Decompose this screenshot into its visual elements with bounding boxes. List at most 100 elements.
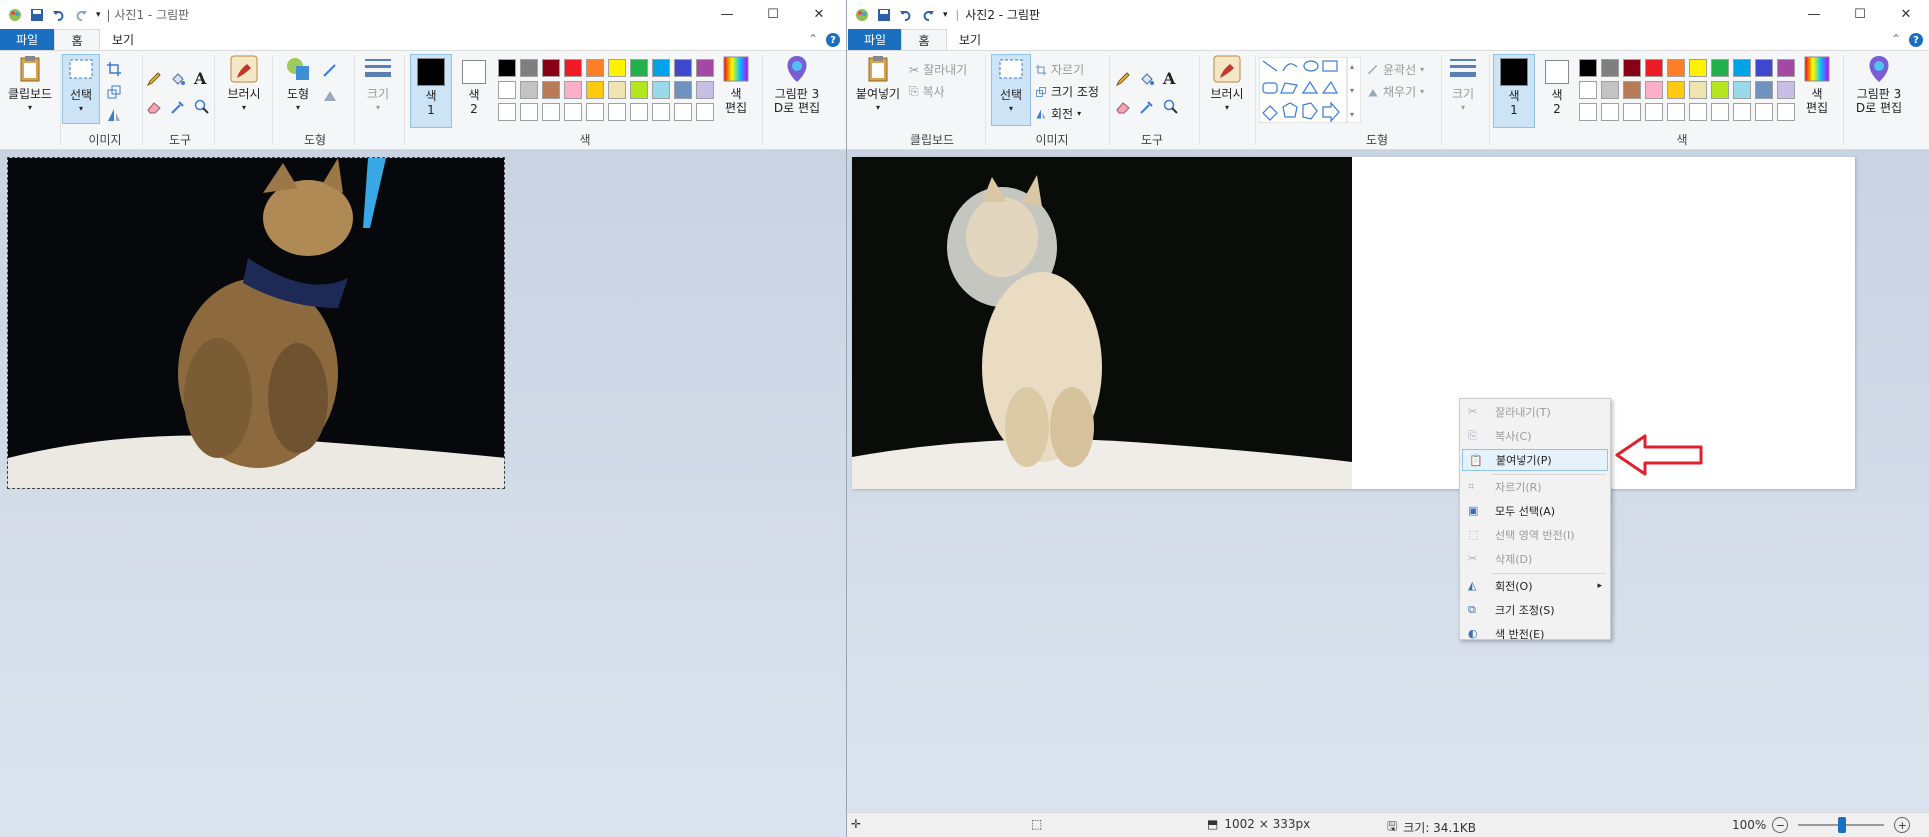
- tab-file[interactable]: 파일: [0, 29, 54, 50]
- resize-button[interactable]: 크기 조정: [1035, 83, 1099, 100]
- palette-swatch[interactable]: [1777, 103, 1795, 121]
- eraser-icon[interactable]: [1115, 99, 1131, 115]
- palette-swatch[interactable]: [1689, 103, 1707, 121]
- tab-home[interactable]: 홈: [901, 29, 947, 50]
- palette-swatch[interactable]: [608, 81, 626, 99]
- outline-icon[interactable]: [322, 63, 338, 79]
- close-button[interactable]: ✕: [796, 0, 842, 29]
- palette-swatch[interactable]: [520, 103, 538, 121]
- undo-icon[interactable]: [899, 8, 913, 22]
- palette-swatch[interactable]: [1777, 81, 1795, 99]
- resize-icon[interactable]: [106, 84, 122, 100]
- palette-swatch[interactable]: [586, 81, 604, 99]
- palette-swatch[interactable]: [652, 59, 670, 77]
- color2-button[interactable]: 색 2: [1539, 54, 1575, 116]
- help-icon[interactable]: ?: [826, 33, 840, 47]
- text-icon[interactable]: A: [1163, 69, 1179, 88]
- palette-swatch[interactable]: [1601, 59, 1619, 77]
- palette-swatch[interactable]: [630, 81, 648, 99]
- palette-swatch[interactable]: [1711, 81, 1729, 99]
- palette-swatch[interactable]: [1645, 103, 1663, 121]
- context-menu-item[interactable]: ✂ 잘라내기(T): [1462, 401, 1608, 423]
- tab-view[interactable]: 보기: [947, 29, 993, 50]
- context-menu-item[interactable]: ⌗ 자르기(R): [1462, 476, 1608, 498]
- save-icon[interactable]: [877, 8, 891, 22]
- color-picker-icon[interactable]: [1139, 99, 1155, 115]
- maximize-button[interactable]: ☐: [1837, 0, 1883, 29]
- palette-swatch[interactable]: [520, 81, 538, 99]
- palette-swatch[interactable]: [1755, 81, 1773, 99]
- save-icon[interactable]: [30, 8, 44, 22]
- palette-swatch[interactable]: [652, 81, 670, 99]
- close-button[interactable]: ✕: [1883, 0, 1929, 29]
- zoom-in-button[interactable]: +: [1894, 817, 1911, 833]
- shapes-gallery[interactable]: ▴ ▾ ▾: [1259, 57, 1361, 123]
- text-icon[interactable]: A: [194, 69, 210, 88]
- edit-colors-button[interactable]: 색 편집: [1799, 54, 1835, 115]
- redo-icon[interactable]: [74, 8, 88, 22]
- tab-home[interactable]: 홈: [54, 29, 100, 50]
- palette-swatch[interactable]: [1711, 59, 1729, 77]
- size-button[interactable]: 크기 ▾: [358, 54, 398, 115]
- palette-swatch[interactable]: [630, 59, 648, 77]
- size-button[interactable]: 크기 ▾: [1443, 54, 1483, 115]
- context-menu-item[interactable]: ⎘ 복사(C): [1462, 425, 1608, 447]
- canvas-area[interactable]: ✂ 잘라내기(T) ⎘ 복사(C) 📋 붙여넣기(P) ⌗ 자르기(R) ▣ 모두 선택(A) ⬚ 선…: [847, 150, 1929, 813]
- tab-file[interactable]: 파일: [848, 29, 902, 50]
- context-menu-item[interactable]: ▣ 모두 선택(A): [1462, 500, 1608, 522]
- color1-button[interactable]: 색 1: [1493, 54, 1535, 128]
- context-menu-item[interactable]: ⬚ 선택 영역 반전(I): [1462, 524, 1608, 546]
- paste-button[interactable]: 붙여넣기 ▾: [851, 54, 905, 115]
- palette-swatch[interactable]: [564, 81, 582, 99]
- pencil-icon[interactable]: [1115, 71, 1131, 87]
- canvas-area[interactable]: [0, 150, 846, 837]
- context-menu-item[interactable]: ◭ 회전(O) ▸: [1462, 575, 1608, 597]
- shapes-button[interactable]: 도형 ▾: [278, 54, 318, 115]
- select-button[interactable]: 선택 ▾: [991, 54, 1031, 126]
- edit-colors-button[interactable]: 색 편집: [718, 54, 754, 115]
- pencil-icon[interactable]: [146, 71, 162, 87]
- palette-swatch[interactable]: [1601, 103, 1619, 121]
- zoom-out-button[interactable]: −: [1772, 817, 1789, 833]
- palette-swatch[interactable]: [1711, 103, 1729, 121]
- outline-button[interactable]: 윤곽선 ▾: [1367, 61, 1424, 78]
- paint3d-button[interactable]: 그림판 3 D로 편집: [1849, 54, 1909, 115]
- redo-icon[interactable]: [921, 8, 935, 22]
- palette-swatch[interactable]: [1623, 81, 1641, 99]
- fill-icon[interactable]: [1139, 71, 1155, 87]
- palette-swatch[interactable]: [608, 103, 626, 121]
- rotate-button[interactable]: 회전 ▾: [1035, 105, 1081, 122]
- palette-swatch[interactable]: [696, 81, 714, 99]
- clipboard-button[interactable]: 클립보드 ▾: [4, 54, 56, 115]
- brushes-button[interactable]: 브러시 ▾: [220, 54, 268, 115]
- palette-swatch[interactable]: [674, 81, 692, 99]
- palette-swatch[interactable]: [630, 103, 648, 121]
- collapse-ribbon-icon[interactable]: ⌃: [1891, 32, 1901, 46]
- fill-icon[interactable]: [170, 71, 186, 87]
- palette-swatch[interactable]: [1689, 59, 1707, 77]
- color-picker-icon[interactable]: [170, 99, 186, 115]
- palette-swatch[interactable]: [1733, 59, 1751, 77]
- palette-swatch[interactable]: [564, 59, 582, 77]
- palette-swatch[interactable]: [1689, 81, 1707, 99]
- palette-swatch[interactable]: [498, 103, 516, 121]
- palette-swatch[interactable]: [542, 81, 560, 99]
- select-button[interactable]: 선택 ▾: [62, 54, 100, 124]
- palette-swatch[interactable]: [1733, 81, 1751, 99]
- magnifier-icon[interactable]: [194, 99, 210, 115]
- palette-swatch[interactable]: [696, 103, 714, 121]
- palette-swatch[interactable]: [564, 103, 582, 121]
- collapse-ribbon-icon[interactable]: ⌃: [808, 32, 818, 46]
- fill-button[interactable]: 채우기 ▾: [1367, 83, 1424, 100]
- palette-swatch[interactable]: [498, 81, 516, 99]
- eraser-icon[interactable]: [146, 99, 162, 115]
- color2-button[interactable]: 색 2: [456, 54, 492, 116]
- crop-button[interactable]: 자르기: [1035, 61, 1084, 78]
- cut-button[interactable]: ✂ 잘라내기: [909, 61, 967, 78]
- palette-swatch[interactable]: [520, 59, 538, 77]
- rotate-icon[interactable]: [106, 107, 122, 123]
- context-menu-item[interactable]: ⧉ 크기 조정(S): [1462, 599, 1608, 621]
- maximize-button[interactable]: ☐: [750, 0, 796, 29]
- palette-swatch[interactable]: [542, 59, 560, 77]
- color1-button[interactable]: 색 1: [410, 54, 452, 128]
